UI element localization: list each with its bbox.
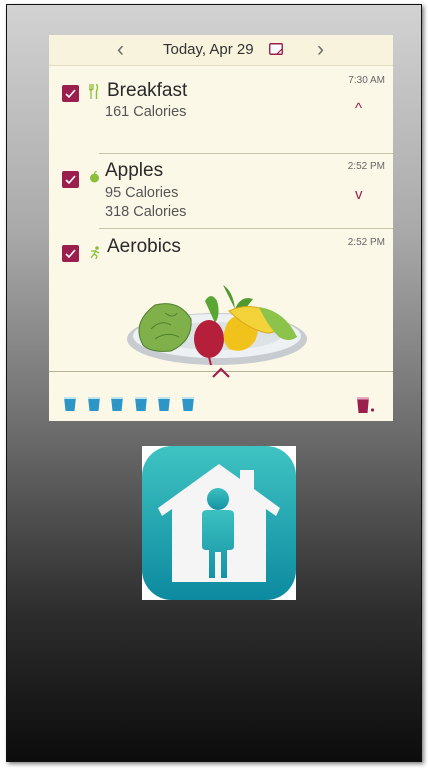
entry-time: 2:52 PM xyxy=(347,237,385,248)
divider xyxy=(99,153,393,154)
water-tracker xyxy=(63,396,204,417)
date-title: Today, Apr 29 xyxy=(163,41,254,58)
water-cup-icon[interactable] xyxy=(134,396,148,412)
device-frame: ‹ Today, Apr 29 › Breakfast 161 Calories… xyxy=(6,4,422,762)
prev-day-button[interactable]: ‹ xyxy=(117,38,124,62)
entry-checkbox[interactable] xyxy=(62,171,79,188)
entry-checkbox[interactable] xyxy=(62,245,79,262)
entry-checkbox[interactable] xyxy=(62,85,79,102)
date-header: ‹ Today, Apr 29 › xyxy=(49,35,393,66)
entry-time: 2:52 PM xyxy=(347,161,385,172)
add-red-cup-icon[interactable] xyxy=(356,396,376,414)
entry-title: Aerobics xyxy=(107,236,181,257)
water-cup-icon[interactable] xyxy=(110,396,124,412)
divider xyxy=(99,228,393,229)
tray-chevron-icon[interactable] xyxy=(210,366,232,380)
apple-icon xyxy=(90,171,99,183)
check-icon xyxy=(65,249,76,259)
check-icon xyxy=(65,175,76,185)
entry-calories-total: 318 Calories xyxy=(105,204,187,220)
check-icon xyxy=(65,89,76,99)
runner-icon xyxy=(90,246,100,259)
food-plate-illustration xyxy=(127,285,307,366)
note-icon[interactable] xyxy=(269,43,283,55)
fork-knife-icon xyxy=(89,84,99,99)
home-person-app-icon[interactable] xyxy=(142,446,296,600)
collapse-chevron-icon[interactable]: ^ xyxy=(355,100,362,117)
entry-time: 7:30 AM xyxy=(348,75,385,86)
entry-title: Breakfast xyxy=(107,80,188,101)
entry-title: Apples xyxy=(105,160,164,181)
home-person-icon xyxy=(142,446,296,600)
water-cup-icon[interactable] xyxy=(181,396,195,412)
next-day-button[interactable]: › xyxy=(317,38,324,62)
expand-chevron-icon[interactable]: v xyxy=(355,186,363,203)
entry-calories: 95 Calories xyxy=(105,185,179,201)
water-cup-icon[interactable] xyxy=(63,396,77,412)
water-cup-icon[interactable] xyxy=(157,396,171,412)
water-cup-icon[interactable] xyxy=(87,396,101,412)
app-screen: ‹ Today, Apr 29 › Breakfast 161 Calories… xyxy=(49,35,393,421)
entry-calories: 161 Calories xyxy=(105,104,187,120)
